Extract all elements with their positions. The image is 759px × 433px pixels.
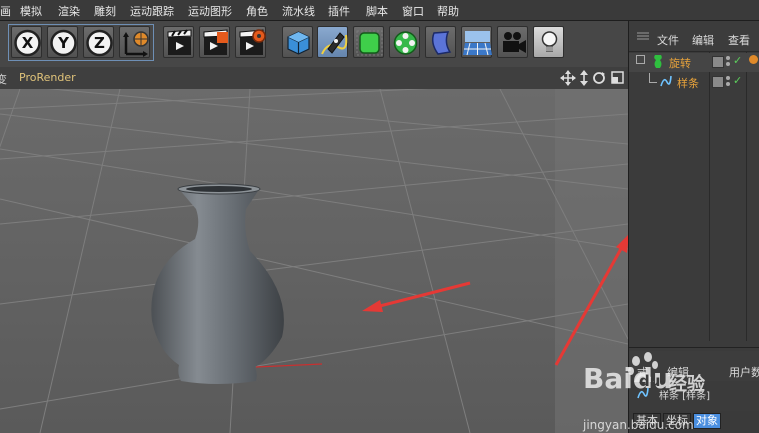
x-axis-icon: X	[14, 29, 41, 57]
watermark-du: du	[639, 372, 661, 390]
menu-item-plugins[interactable]: 插件	[328, 3, 350, 19]
enabled-check-icon[interactable]: ✓	[733, 74, 742, 87]
menu-item-render[interactable]: 渲染	[58, 3, 80, 19]
spline-icon	[660, 75, 672, 87]
viewport-scene	[0, 89, 628, 433]
viewport-header: 变 ProRender	[0, 67, 628, 89]
render-settings-icon	[239, 29, 266, 55]
y-axis-label: Y	[57, 34, 70, 52]
light-icon	[541, 31, 558, 52]
coordinate-system-icon	[123, 31, 149, 57]
subdivision-icon	[356, 30, 383, 56]
y-axis-icon: Y	[50, 29, 77, 57]
menu-item-fragment[interactable]: 画	[0, 3, 11, 19]
viewport-menu-fragment[interactable]: 变	[0, 71, 7, 87]
3d-viewport[interactable]	[0, 89, 628, 433]
rotate-view-icon[interactable]	[593, 72, 605, 84]
zoom-view-icon[interactable]	[580, 70, 588, 86]
object-name-spline[interactable]: 样条	[677, 75, 699, 91]
y-axis-button[interactable]: Y	[47, 26, 78, 58]
hierarchy-line	[649, 82, 657, 83]
object-name-lathe[interactable]: 旋转	[669, 55, 691, 71]
tag-icon[interactable]	[749, 55, 758, 64]
main-toolbar: X Y Z	[0, 21, 628, 68]
render-picture-viewer-icon	[203, 29, 228, 55]
cube-button[interactable]	[282, 26, 313, 58]
menu-item-motion-tracking[interactable]: 运动跟踪	[130, 3, 174, 19]
light-button[interactable]	[533, 26, 564, 58]
coordinate-system-button[interactable]	[119, 26, 150, 58]
menu-file[interactable]: 文件	[657, 32, 679, 48]
cube-icon	[287, 31, 310, 55]
z-axis-icon: Z	[86, 29, 113, 57]
grip-icon	[637, 32, 649, 40]
menu-item-mograph[interactable]: 运动图形	[188, 3, 232, 19]
mograph-cloner-icon	[393, 31, 418, 55]
menu-item-help[interactable]: 帮助	[437, 3, 459, 19]
z-axis-button[interactable]: Z	[83, 26, 114, 58]
mograph-cloner-button[interactable]	[389, 26, 420, 58]
maximize-view-icon[interactable]	[611, 71, 624, 84]
lathe-icon	[654, 55, 662, 68]
menu-item-window[interactable]: 窗口	[402, 3, 424, 19]
menu-item-sculpt[interactable]: 雕刻	[94, 3, 116, 19]
menu-item-script[interactable]: 脚本	[366, 3, 388, 19]
viewport-nav-controls	[560, 70, 624, 86]
watermark-jingyan: 经验	[669, 374, 705, 395]
visibility-dot-editor[interactable]	[726, 56, 730, 60]
column-divider	[709, 51, 710, 341]
hierarchy-line	[649, 73, 650, 82]
x-axis-label: X	[22, 34, 34, 52]
layer-swatch[interactable]	[712, 76, 724, 88]
render-settings-button[interactable]	[235, 26, 266, 58]
camera-button[interactable]	[497, 26, 528, 58]
visibility-dot-editor[interactable]	[726, 76, 730, 80]
render-view-icon	[167, 29, 192, 55]
menu-item-simulate[interactable]: 模拟	[20, 3, 42, 19]
z-axis-label: Z	[94, 34, 105, 52]
x-axis-button[interactable]: X	[11, 26, 42, 58]
watermark-url: jingyan.baidu.com	[583, 418, 694, 432]
layer-swatch[interactable]	[712, 56, 724, 68]
camera-icon	[503, 32, 526, 53]
menu-item-pipeline[interactable]: 流水线	[282, 3, 315, 19]
render-view-button[interactable]	[163, 26, 194, 58]
subdivision-button[interactable]	[353, 26, 384, 58]
menu-edit[interactable]: 编辑	[692, 32, 714, 48]
collapse-toggle[interactable]	[636, 55, 645, 64]
prorender-menu[interactable]: ProRender	[19, 71, 76, 84]
watermark: Baidu du 经验 jingyan.baidu.com	[583, 352, 713, 432]
pen-spline-button[interactable]	[317, 26, 348, 58]
enabled-check-icon[interactable]: ✓	[733, 54, 742, 67]
menu-view[interactable]: 查看	[728, 32, 750, 48]
render-picture-viewer-button[interactable]	[199, 26, 230, 58]
floor-button[interactable]	[461, 26, 492, 58]
menu-item-character[interactable]: 角色	[246, 3, 268, 19]
object-manager-menu: 文件 编辑 查看	[629, 21, 759, 52]
move-view-icon[interactable]	[560, 70, 576, 86]
column-divider	[746, 51, 747, 341]
attr-menu-user-data[interactable]: 用户数	[729, 364, 759, 380]
viewport-background	[0, 89, 628, 433]
object-row[interactable]: 样条 ✓	[629, 73, 759, 92]
deformer-button[interactable]	[425, 26, 456, 58]
pen-spline-icon	[321, 32, 348, 55]
menu-bar: 画 模拟 渲染 雕刻 运动跟踪 运动图形 角色 流水线 插件 脚本 窗口 帮助	[0, 0, 759, 21]
visibility-dot-render[interactable]	[726, 82, 730, 86]
visibility-dot-render[interactable]	[726, 62, 730, 66]
panel-divider	[629, 347, 759, 348]
object-row[interactable]: 旋转 ✓	[629, 53, 759, 72]
floor-icon	[463, 31, 492, 56]
deformer-icon	[431, 31, 452, 55]
